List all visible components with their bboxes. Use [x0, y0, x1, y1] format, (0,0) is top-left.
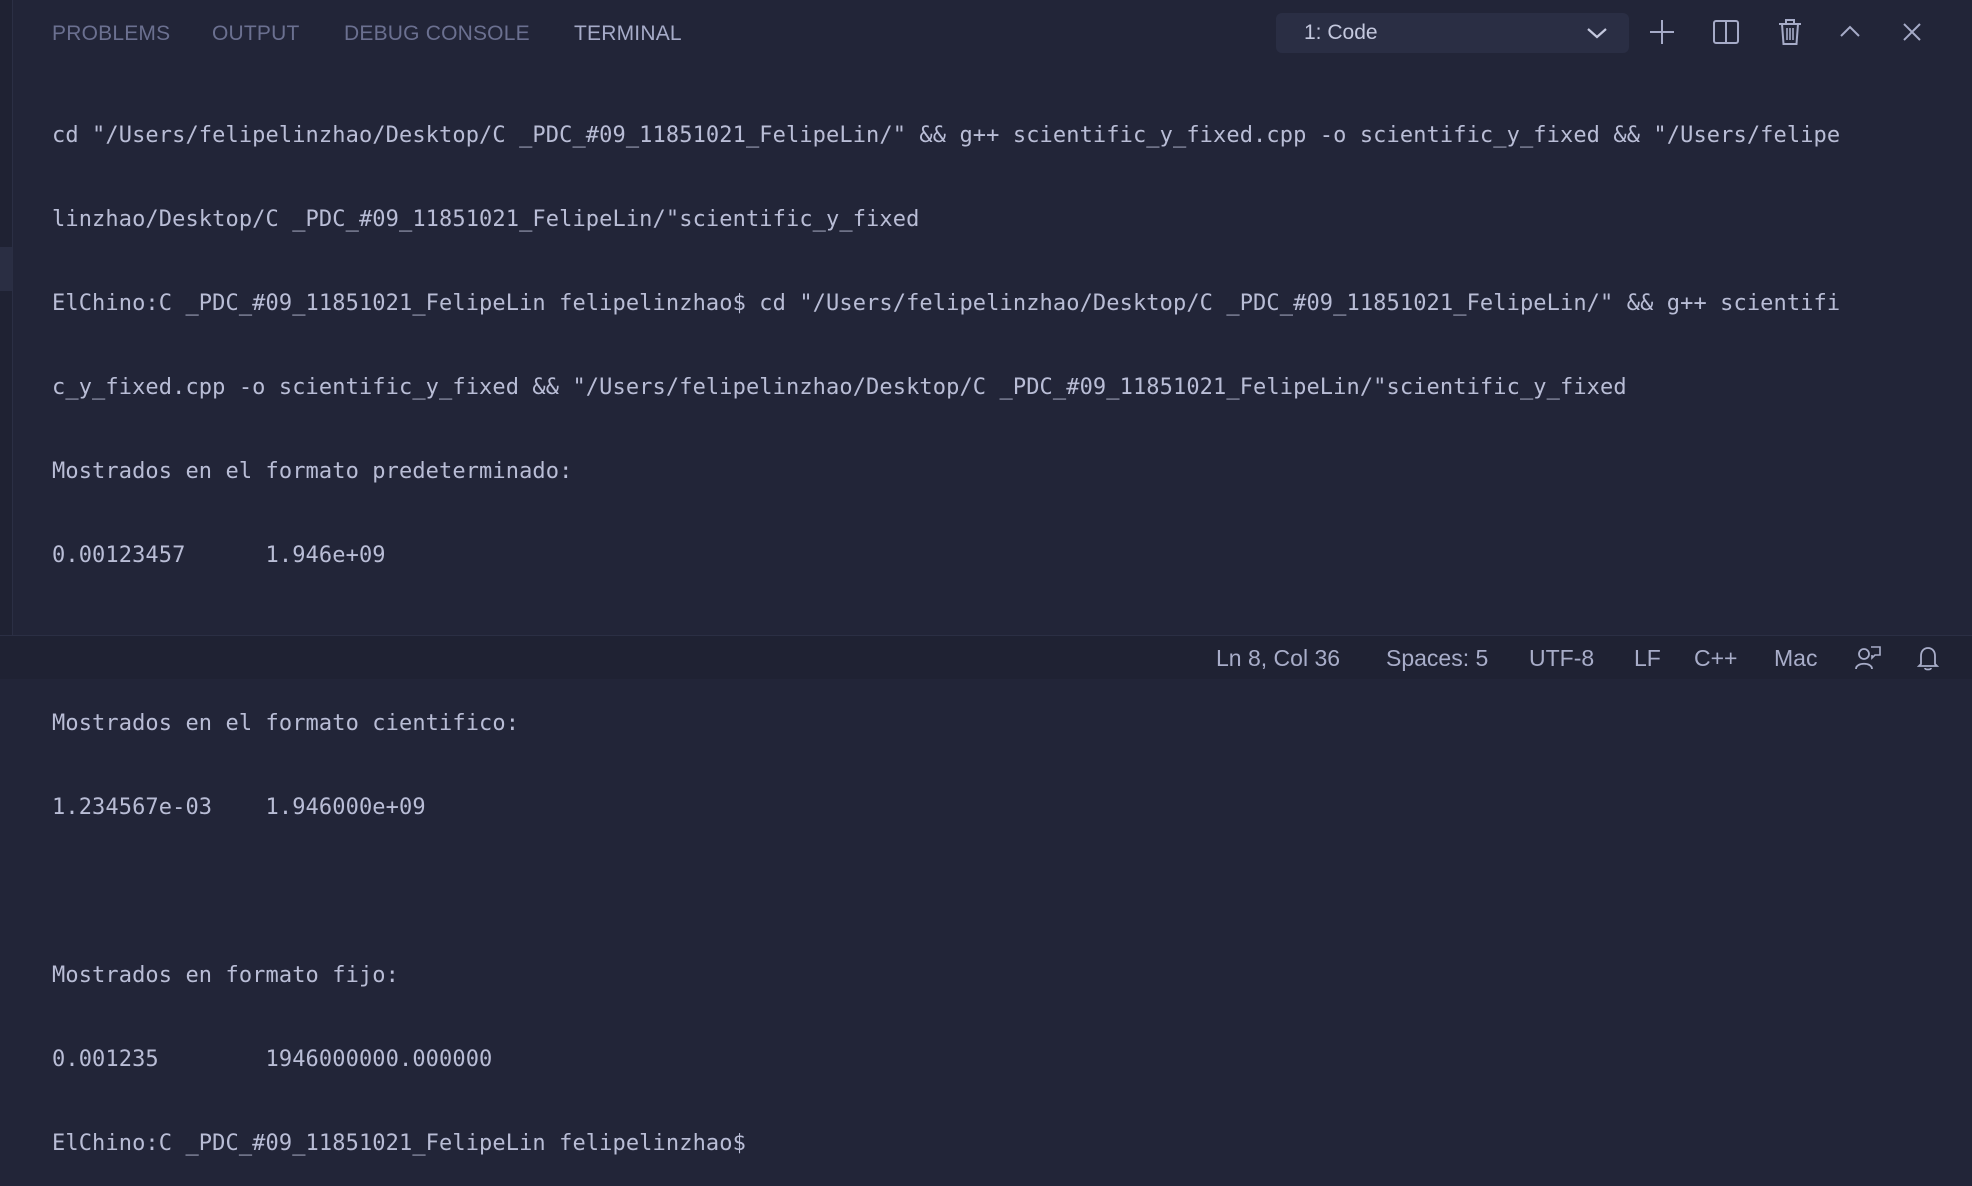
terminal-line: linzhao/Desktop/C _PDC_#09_11851021_Feli…	[52, 207, 920, 232]
split-terminal-button[interactable]	[1708, 14, 1744, 50]
status-bar: Ln 8, Col 36 Spaces: 5 UTF-8 LF C++ Mac	[0, 635, 1972, 679]
terminal-selector[interactable]: 1: Code	[1276, 13, 1629, 53]
maximize-panel-button[interactable]	[1832, 14, 1868, 50]
gutter-marker	[0, 247, 12, 291]
indentation-status[interactable]: Spaces: 5	[1386, 645, 1488, 672]
kill-terminal-button[interactable]	[1772, 14, 1808, 50]
tab-problems[interactable]: PROBLEMS	[52, 22, 170, 46]
terminal-line: Mostrados en el formato cientifico:	[52, 711, 520, 736]
panel-header: PROBLEMS OUTPUT DEBUG CONSOLE TERMINAL 1…	[12, 0, 1972, 68]
eol-status[interactable]: LF	[1634, 645, 1661, 672]
terminal-line: cd "/Users/felipelinzhao/Desktop/C _PDC_…	[52, 123, 1841, 148]
plus-icon	[1650, 20, 1674, 44]
close-icon	[1903, 23, 1921, 41]
split-icon	[1713, 20, 1739, 44]
terminal-selector-value: 1: Code	[1304, 21, 1378, 44]
bell-icon[interactable]	[1914, 644, 1942, 672]
terminal-line: 0.00123457 1.946e+09	[52, 543, 386, 568]
close-panel-button[interactable]	[1894, 14, 1930, 50]
terminal-prompt: ElChino:C _PDC_#09_11851021_FelipeLin fe…	[52, 1131, 746, 1156]
trash-icon	[1779, 19, 1801, 45]
chevron-down-icon	[1587, 28, 1607, 39]
terminal-line: ElChino:C _PDC_#09_11851021_FelipeLin fe…	[52, 291, 1841, 316]
platform-status[interactable]: Mac	[1774, 645, 1817, 672]
new-terminal-button[interactable]	[1644, 14, 1680, 50]
terminal-line: 0.001235 1946000000.000000	[52, 1047, 493, 1072]
terminal-line: 1.234567e-03 1.946000e+09	[52, 795, 426, 820]
terminal-output[interactable]: cd "/Users/felipelinzhao/Desktop/C _PDC_…	[52, 66, 1952, 1186]
chevron-up-icon	[1840, 25, 1860, 37]
feedback-icon[interactable]	[1854, 644, 1882, 672]
tab-terminal[interactable]: TERMINAL	[574, 22, 682, 46]
cursor-position[interactable]: Ln 8, Col 36	[1216, 645, 1340, 672]
tab-output[interactable]: OUTPUT	[212, 22, 300, 46]
encoding-status[interactable]: UTF-8	[1529, 645, 1594, 672]
tab-debug-console[interactable]: DEBUG CONSOLE	[344, 22, 530, 46]
terminal-line: Mostrados en formato fijo:	[52, 963, 399, 988]
terminal-line: Mostrados en el formato predeterminado:	[52, 459, 573, 484]
language-mode[interactable]: C++	[1694, 645, 1737, 672]
left-gutter	[0, 0, 13, 635]
terminal-line: c_y_fixed.cpp -o scientific_y_fixed && "…	[52, 375, 1627, 400]
